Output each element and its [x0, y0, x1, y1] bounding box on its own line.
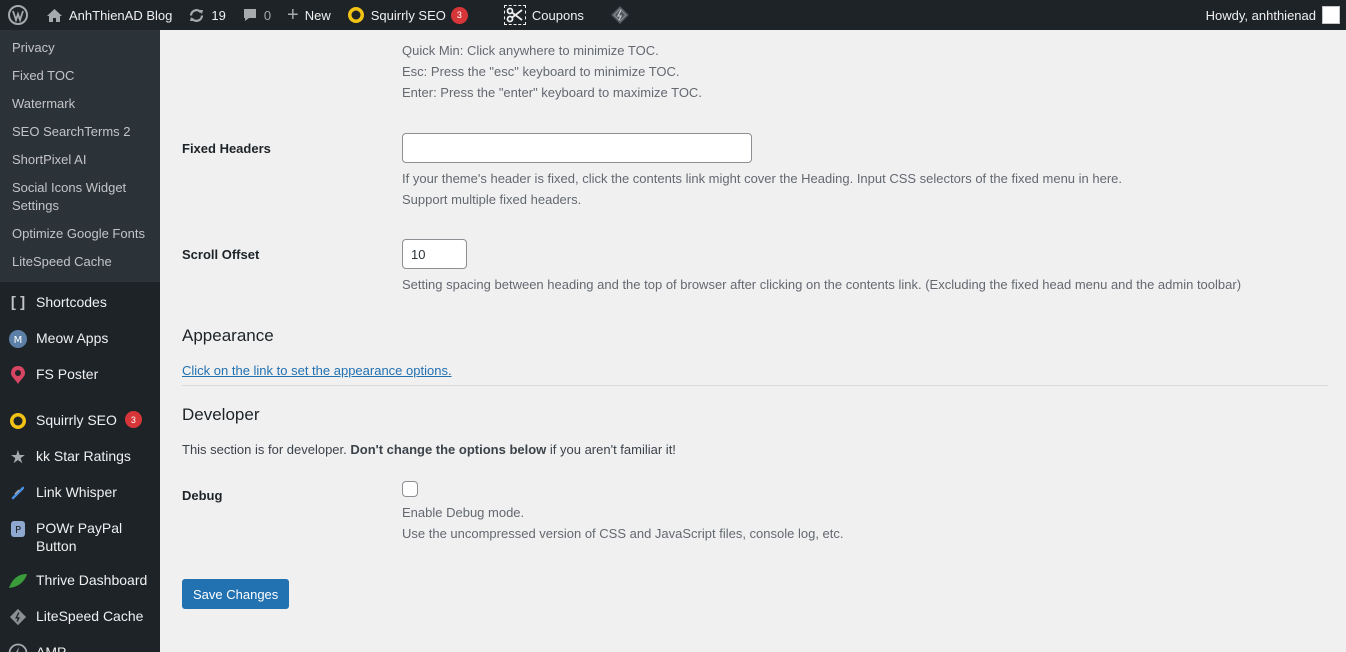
sidebar-item-amp[interactable]: AMP	[0, 635, 160, 652]
save-changes-button[interactable]: Save Changes	[182, 579, 290, 609]
debug-checkbox[interactable]	[402, 481, 418, 497]
submenu-item-shortpixel[interactable]: ShortPixel AI	[0, 146, 160, 174]
sidebar-item-label: kk Star Ratings	[36, 448, 131, 464]
fixed-headers-label: Fixed Headers	[182, 141, 271, 156]
sidebar-item-label: Link Whisper	[36, 484, 117, 500]
sidebar-item-thrive-dashboard[interactable]: Thrive Dashboard	[0, 563, 160, 599]
scroll-offset-label: Scroll Offset	[182, 247, 260, 262]
submenu-item-fixed-toc[interactable]: Fixed TOC	[0, 62, 160, 90]
fs-poster-icon	[8, 365, 28, 385]
new-content-link[interactable]: + New	[279, 0, 339, 30]
appearance-options-link[interactable]: Click on the link to set the appearance …	[182, 363, 452, 378]
svg-text:P: P	[15, 525, 21, 536]
sidebar-item-meow-apps[interactable]: M Meow Apps	[0, 321, 160, 357]
sidebar-item-label: Meow Apps	[36, 330, 109, 346]
submenu-item-seo-searchterms[interactable]: SEO SearchTerms 2	[0, 118, 160, 146]
plus-icon: +	[287, 4, 299, 26]
submenu-item-privacy[interactable]: Privacy	[0, 34, 160, 62]
squirrly-label: Squirrly SEO	[370, 7, 446, 23]
scroll-offset-input[interactable]: 10	[402, 239, 467, 269]
squirrly-menu-badge: 3	[124, 411, 142, 428]
sidebar-item-label: AMP	[36, 644, 67, 652]
litespeed-icon	[8, 607, 28, 627]
avatar	[1322, 6, 1340, 24]
submenu-item-watermark[interactable]: Watermark	[0, 90, 160, 118]
sidebar-item-litespeed-cache[interactable]: LiteSpeed Cache	[0, 599, 160, 635]
scroll-offset-field: 10 Setting spacing between heading and t…	[402, 239, 1241, 295]
developer-heading: Developer	[182, 405, 260, 424]
site-name-link[interactable]: AnhThienAD Blog	[38, 0, 180, 30]
sidebar-item-fs-poster[interactable]: FS Poster	[0, 357, 160, 393]
admin-bar: AnhThienAD Blog 19 0 + New Squirrly SEO …	[0, 0, 1346, 30]
squirrly-icon	[347, 6, 365, 24]
fixed-headers-desc: If your theme's header is fixed, click t…	[402, 171, 1123, 186]
site-name-label: AnhThienAD Blog	[69, 7, 173, 23]
squirrly-seo-link[interactable]: Squirrly SEO 3	[339, 0, 476, 30]
my-account-menu[interactable]: Howdy, anhthienad	[1206, 6, 1346, 24]
brackets-icon: [ ]	[10, 294, 26, 311]
updates-icon	[188, 7, 205, 24]
litespeed-icon	[610, 5, 630, 25]
esc-text: Esc: Press the "esc" keyboard to minimiz…	[402, 64, 680, 79]
amp-icon	[8, 643, 28, 652]
squirrly-badge: 3	[450, 6, 468, 24]
sidebar-item-shortcodes[interactable]: [ ] Shortcodes	[0, 285, 160, 321]
meow-apps-icon: M	[8, 329, 28, 349]
litespeed-link[interactable]	[602, 0, 638, 30]
howdy-label: Howdy, anhthienad	[1205, 7, 1316, 23]
sidebar-item-link-whisper[interactable]: Link Whisper	[0, 475, 160, 511]
comments-count: 0	[263, 7, 272, 23]
scroll-offset-desc: Setting spacing between heading and the …	[402, 277, 1242, 292]
debug-desc: Enable Debug mode.	[402, 505, 525, 520]
coupons-label: Coupons	[531, 7, 584, 23]
submenu-item-optimize-fonts[interactable]: Optimize Google Fonts	[0, 220, 160, 248]
debug-label: Debug	[182, 488, 223, 503]
powr-icon: P	[8, 519, 28, 539]
developer-intro-warning: Don't change the options below	[350, 442, 547, 457]
submenu-item-litespeed[interactable]: LiteSpeed Cache	[0, 248, 160, 276]
star-icon: ★	[9, 447, 27, 467]
squirrly-icon	[8, 411, 28, 431]
sidebar-item-label: Squirrly SEO	[36, 412, 117, 428]
admin-sidebar: Privacy Fixed TOC Watermark SEO SearchTe…	[0, 30, 160, 652]
home-icon	[46, 8, 63, 23]
toc-shortcuts-help: Quick Min: Click anywhere to minimize TO…	[402, 40, 702, 103]
fixed-headers-input[interactable]	[402, 133, 752, 163]
coupons-link[interactable]: Coupons	[496, 0, 592, 30]
sidebar-item-label: Thrive Dashboard	[36, 572, 148, 588]
svg-text:M: M	[14, 335, 23, 346]
developer-intro: This section is for developer. Don't cha…	[182, 442, 676, 457]
updates-link[interactable]: 19	[180, 0, 233, 30]
section-divider	[182, 385, 1328, 386]
debug-desc-2: Use the uncompressed version of CSS and …	[402, 526, 844, 541]
developer-intro-pre: This section is for developer.	[182, 442, 351, 457]
comment-icon	[242, 7, 258, 23]
scissors-icon	[503, 5, 526, 25]
wordpress-logo-icon	[8, 5, 28, 25]
sidebar-item-kk-star-ratings[interactable]: ★ kk Star Ratings	[0, 439, 160, 475]
updates-count: 19	[211, 7, 226, 23]
link-whisper-icon	[8, 483, 28, 503]
settings-content: Quick Min: Click anywhere to minimize TO…	[160, 30, 1346, 652]
enter-text: Enter: Press the "enter" keyboard to max…	[402, 85, 702, 100]
fixed-headers-desc-2: Support multiple fixed headers.	[402, 192, 582, 207]
sidebar-item-powr-paypal[interactable]: P POWr PayPal Button	[0, 511, 160, 563]
sidebar-item-label: LiteSpeed Cache	[36, 608, 144, 624]
sidebar-item-squirrly-seo[interactable]: Squirrly SEO 3	[0, 403, 160, 439]
comments-link[interactable]: 0	[234, 0, 279, 30]
sidebar-item-label: Shortcodes	[36, 294, 107, 310]
developer-intro-post: if you aren't familiar it!	[546, 442, 676, 457]
sidebar-item-label: FS Poster	[36, 366, 99, 382]
wordpress-logo-menu[interactable]	[0, 0, 38, 30]
settings-submenu: Privacy Fixed TOC Watermark SEO SearchTe…	[0, 30, 160, 282]
submenu-item-social-icons[interactable]: Social Icons Widget Settings	[0, 174, 160, 220]
quick-min-text: Quick Min: Click anywhere to minimize TO…	[402, 43, 659, 58]
fixed-headers-field: If your theme's header is fixed, click t…	[402, 133, 1122, 210]
sidebar-item-label: POWr PayPal Button	[36, 520, 123, 554]
leaf-icon	[8, 571, 28, 591]
new-label: New	[304, 7, 331, 23]
debug-field: Enable Debug mode. Use the uncompressed …	[402, 481, 844, 544]
appearance-heading: Appearance	[182, 326, 274, 345]
